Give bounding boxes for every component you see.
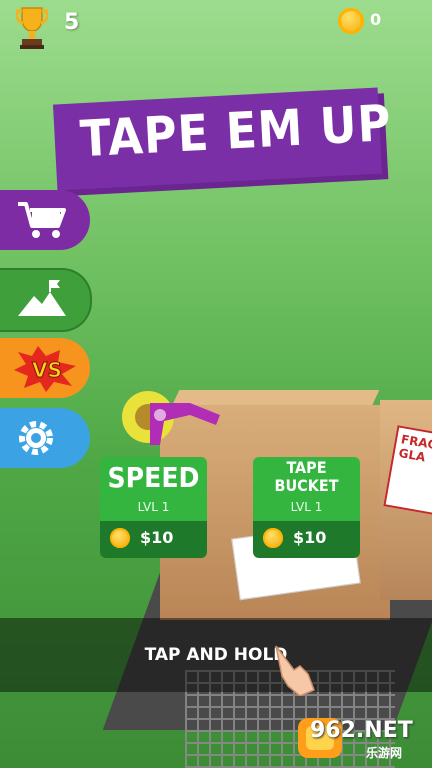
speed-level: LVL 1 [137, 500, 170, 514]
tape-bucket-title-line2: BUCKET [274, 476, 339, 495]
coin-icon [338, 8, 364, 34]
tape-bucket-level: LVL 1 [290, 500, 323, 514]
coin-icon [263, 528, 283, 548]
tape-bucket-price-bar: $10 [253, 521, 360, 555]
speed-upgrade-button[interactable]: SPEED LVL 1 $10 [100, 457, 207, 555]
speed-price: $10 [140, 528, 174, 547]
tape-bucket-title: TAPE BUCKET [253, 459, 360, 495]
pointing-hand-icon [275, 645, 315, 696]
trophy-icon [16, 7, 48, 49]
tape-bucket-title-line1: TAPE [286, 458, 327, 477]
mountain-flag-icon [18, 280, 66, 316]
tap-hold-instruction: TAP AND HOLD [144, 645, 288, 665]
versus-label: VS [32, 358, 62, 382]
speed-title: SPEED [107, 461, 200, 494]
coin-count: 0 [370, 10, 382, 29]
speed-price-bar: $10 [100, 521, 207, 555]
shop-button[interactable] [0, 190, 90, 250]
levels-button[interactable] [0, 268, 92, 332]
versus-button[interactable]: VS [0, 338, 90, 398]
watermark-site: 962.NET [310, 718, 413, 743]
tape-bucket-upgrade-button[interactable]: TAPE BUCKET LVL 1 $10 [253, 457, 360, 555]
settings-button[interactable] [0, 408, 90, 468]
gear-icon [19, 421, 53, 455]
versus-badge-icon: VS [14, 346, 76, 392]
trophy-count: 5 [64, 10, 80, 35]
coin-icon [110, 528, 130, 548]
tape-bucket-price: $10 [293, 528, 327, 547]
tape-dispenser-icon [122, 391, 220, 445]
shopping-cart-icon [18, 202, 66, 238]
watermark-name: 乐游网 [366, 746, 403, 760]
